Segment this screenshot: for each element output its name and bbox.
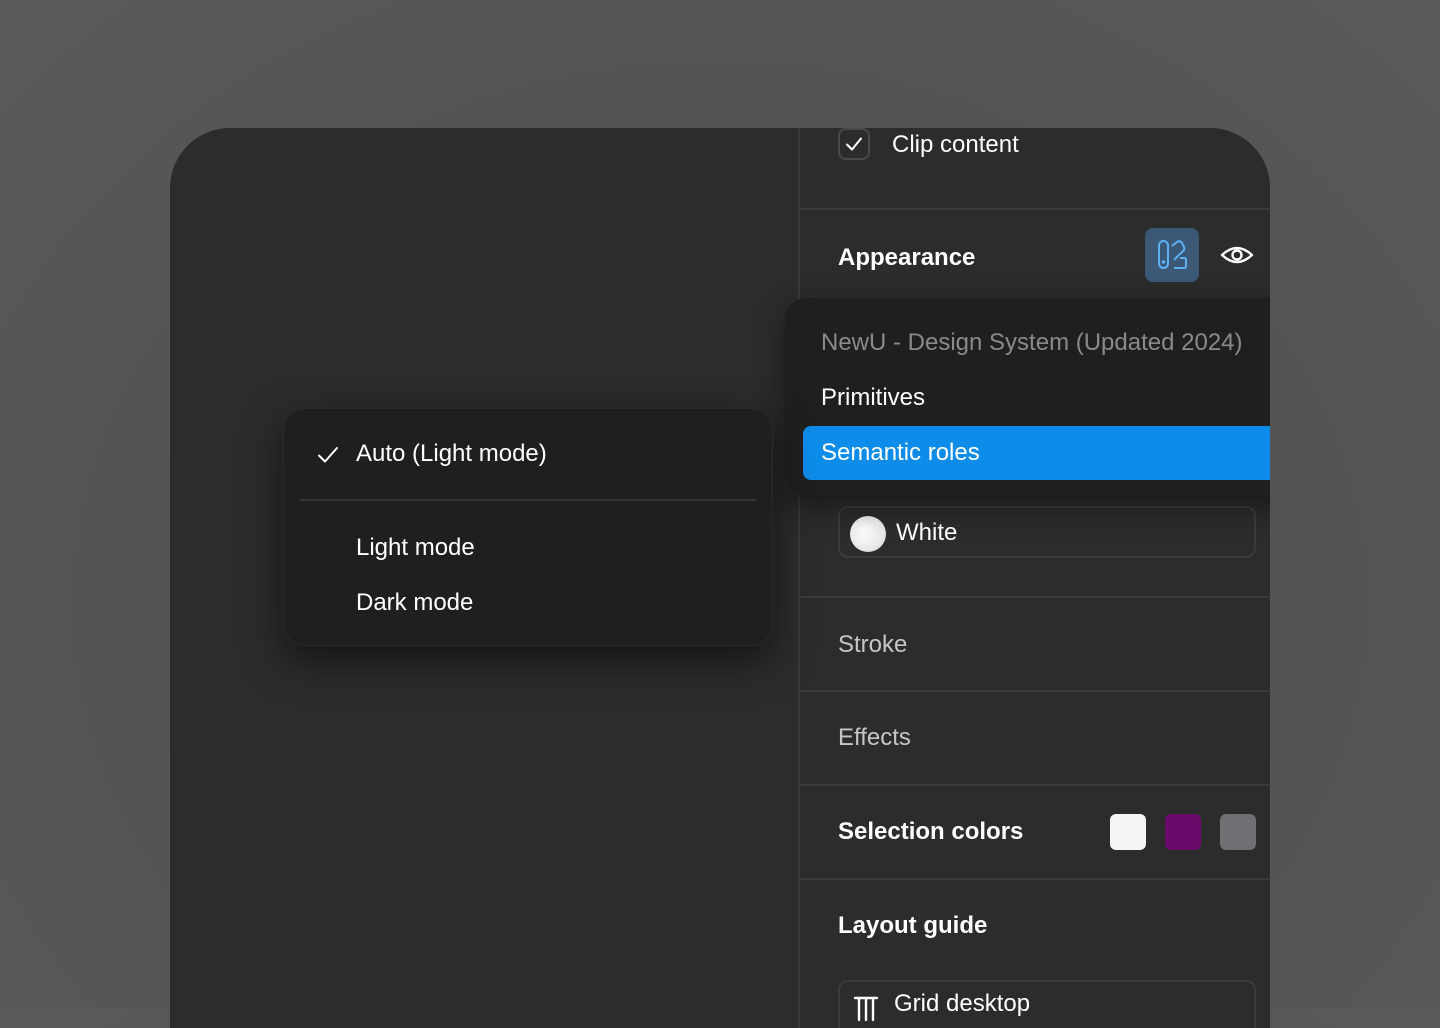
variable-mode-button[interactable]: [1145, 228, 1199, 282]
eye-icon: [1220, 246, 1254, 264]
library-header: NewU - Design System (Updated 2024): [821, 329, 1243, 356]
variable-mode-icon: [1158, 240, 1187, 269]
selection-colors-title: Selection colors: [838, 818, 1024, 845]
layout-guide-name: Grid desktop: [894, 990, 1031, 1017]
selection-color-swatch[interactable]: [1165, 814, 1201, 850]
library-item-primitives[interactable]: Primitives: [803, 371, 1270, 425]
grid-columns-icon: [853, 996, 879, 1022]
layout-guide-item[interactable]: Grid desktop: [838, 980, 1256, 1028]
clip-content-row: Clip content: [800, 128, 1270, 208]
clip-content-label: Clip content: [892, 131, 1019, 158]
appearance-section: Appearance: [800, 210, 1270, 302]
properties-panel: Clip content Appearance White Stroke Eff…: [798, 128, 1270, 1028]
selection-color-swatch[interactable]: [1220, 814, 1256, 850]
mode-item-light[interactable]: Light mode: [356, 534, 475, 562]
library-dropdown: NewU - Design System (Updated 2024) Prim…: [785, 298, 1270, 496]
stroke-section[interactable]: Stroke: [800, 598, 1270, 690]
fill-color-swatch[interactable]: [850, 516, 886, 552]
appearance-title: Appearance: [838, 244, 976, 271]
checkmark-icon: [846, 137, 862, 151]
selection-color-swatch[interactable]: [1110, 814, 1146, 850]
visibility-button[interactable]: [1210, 228, 1264, 282]
mode-item-auto[interactable]: Auto (Light mode): [356, 440, 547, 468]
divider: [800, 878, 1270, 880]
mode-dropdown: Auto (Light mode) Light mode Dark mode: [283, 408, 773, 646]
checkmark-icon: [318, 447, 338, 463]
layout-guide-title: Layout guide: [838, 912, 988, 939]
fill-color-field[interactable]: White: [838, 506, 1256, 558]
divider: [800, 784, 1270, 786]
mode-item-dark[interactable]: Dark mode: [356, 589, 473, 617]
stroke-title: Stroke: [838, 631, 908, 658]
clip-content-checkbox[interactable]: [838, 128, 870, 160]
divider: [300, 499, 756, 501]
library-item-semantic-roles[interactable]: Semantic roles: [803, 426, 1270, 480]
effects-title: Effects: [838, 724, 911, 751]
effects-section[interactable]: Effects: [800, 692, 1270, 784]
fill-color-name: White: [896, 519, 958, 546]
